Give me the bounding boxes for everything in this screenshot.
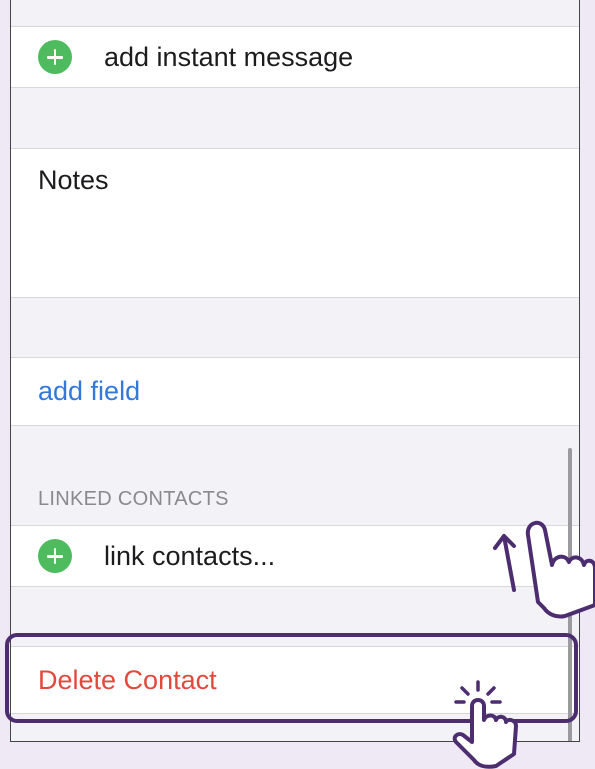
add-instant-message-label: add instant message bbox=[104, 42, 354, 72]
swipe-up-hand-icon bbox=[493, 520, 595, 619]
add-field-label: add field bbox=[38, 376, 141, 406]
notes-label: Notes bbox=[38, 165, 109, 195]
tap-hand-icon bbox=[452, 680, 518, 769]
linked-contacts-header: LINKED CONTACTS bbox=[38, 488, 229, 510]
add-icon[interactable] bbox=[38, 539, 72, 573]
add-instant-message-row[interactable]: add instant message bbox=[11, 26, 579, 88]
add-field-row[interactable]: add field bbox=[11, 357, 579, 426]
contact-edit-screen: add instant message Notes add field LINK… bbox=[10, 0, 580, 742]
link-contacts-label: link contacts... bbox=[104, 541, 276, 571]
notes-field[interactable]: Notes bbox=[11, 148, 579, 298]
add-icon[interactable] bbox=[38, 40, 72, 74]
